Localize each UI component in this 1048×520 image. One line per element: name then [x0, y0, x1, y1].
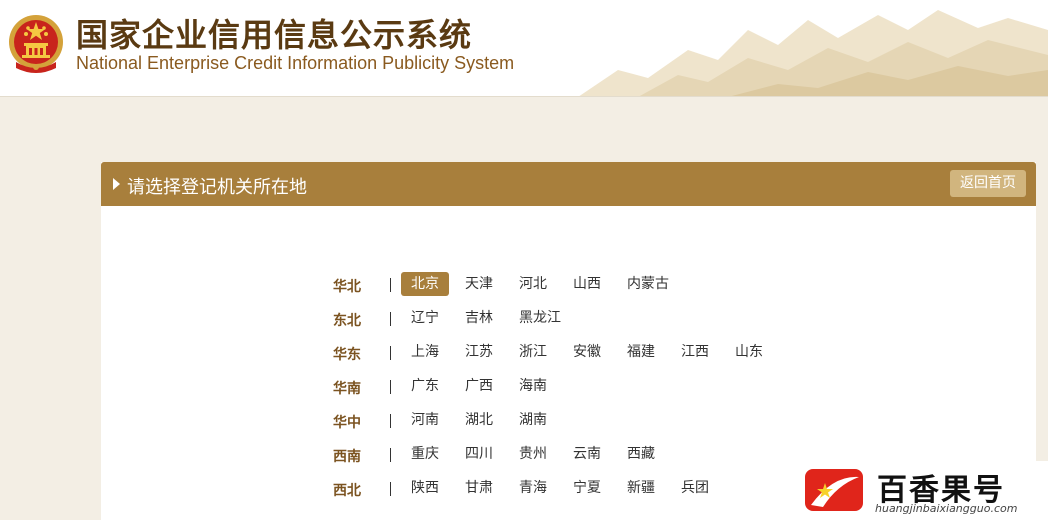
divider — [390, 380, 391, 394]
divider — [390, 482, 391, 496]
province-link[interactable]: 湖南 — [509, 408, 557, 432]
province-link[interactable]: 天津 — [455, 272, 503, 296]
watermark-url: huangjinbaixiangguo.com — [875, 502, 1018, 515]
region-label: 东北 — [333, 313, 361, 329]
province-link[interactable]: 西藏 — [617, 442, 665, 466]
region-label: 西北 — [333, 483, 361, 499]
province-link[interactable]: 甘肃 — [455, 476, 503, 500]
province-link[interactable]: 山西 — [563, 272, 611, 296]
province-link[interactable]: 安徽 — [563, 340, 611, 364]
province-list: 河南 湖北 湖南 — [401, 408, 563, 432]
star-flag-logo-icon — [805, 469, 863, 511]
province-link[interactable]: 云南 — [563, 442, 611, 466]
region-label: 华南 — [333, 381, 361, 397]
divider — [390, 414, 391, 428]
caret-right-icon — [113, 178, 120, 190]
province-link[interactable]: 陕西 — [401, 476, 449, 500]
watermark: 百香果号 huangjinbaixiangguo.com — [797, 461, 1048, 520]
province-list: 重庆 四川 贵州 云南 西藏 — [401, 442, 671, 466]
province-link[interactable]: 广东 — [401, 374, 449, 398]
province-link[interactable]: 江苏 — [455, 340, 503, 364]
province-link[interactable]: 河北 — [509, 272, 557, 296]
province-list: 北京 天津 河北 山西 内蒙古 — [401, 272, 685, 296]
site-subtitle: National Enterprise Credit Information P… — [76, 53, 515, 73]
site-header: 国家企业信用信息公示系统 National Enterprise Credit … — [0, 0, 1048, 97]
province-link[interactable]: 青海 — [509, 476, 557, 500]
province-link[interactable]: 重庆 — [401, 442, 449, 466]
divider — [390, 346, 391, 360]
region-label: 华北 — [333, 279, 361, 295]
province-link[interactable]: 宁夏 — [563, 476, 611, 500]
return-home-button[interactable]: 返回首页 — [950, 170, 1026, 197]
site-title: 国家企业信用信息公示系统 — [76, 16, 473, 54]
province-link[interactable]: 新疆 — [617, 476, 665, 500]
province-link[interactable]: 北京 — [401, 272, 449, 296]
province-list: 辽宁 吉林 黑龙江 — [401, 306, 577, 330]
divider — [390, 448, 391, 462]
province-link[interactable]: 黑龙江 — [509, 306, 571, 330]
province-link[interactable]: 上海 — [401, 340, 449, 364]
panel-header: 请选择登记机关所在地 返回首页 — [101, 162, 1036, 206]
province-list: 广东 广西 海南 — [401, 374, 563, 398]
province-link[interactable]: 广西 — [455, 374, 503, 398]
province-list: 上海 江苏 浙江 安徽 福建 江西 山东 — [401, 340, 779, 364]
province-link[interactable]: 吉林 — [455, 306, 503, 330]
province-link[interactable]: 湖北 — [455, 408, 503, 432]
region-label: 华中 — [333, 415, 361, 431]
province-link[interactable]: 河南 — [401, 408, 449, 432]
province-link[interactable]: 内蒙古 — [617, 272, 679, 296]
province-list: 陕西 甘肃 青海 宁夏 新疆 兵团 — [401, 476, 725, 500]
divider — [390, 312, 391, 326]
region-label: 西南 — [333, 449, 361, 465]
province-link[interactable]: 福建 — [617, 340, 665, 364]
province-link[interactable]: 浙江 — [509, 340, 557, 364]
mountain-decoration — [579, 10, 1048, 96]
province-link[interactable]: 辽宁 — [401, 306, 449, 330]
divider — [390, 278, 391, 292]
province-link[interactable]: 海南 — [509, 374, 557, 398]
province-link[interactable]: 贵州 — [509, 442, 557, 466]
national-emblem-icon — [9, 15, 63, 73]
province-link[interactable]: 山东 — [725, 340, 773, 364]
province-link[interactable]: 兵团 — [671, 476, 719, 500]
panel-title: 请选择登记机关所在地 — [127, 177, 307, 198]
province-link[interactable]: 四川 — [455, 442, 503, 466]
province-link[interactable]: 江西 — [671, 340, 719, 364]
region-label: 华东 — [333, 347, 361, 363]
